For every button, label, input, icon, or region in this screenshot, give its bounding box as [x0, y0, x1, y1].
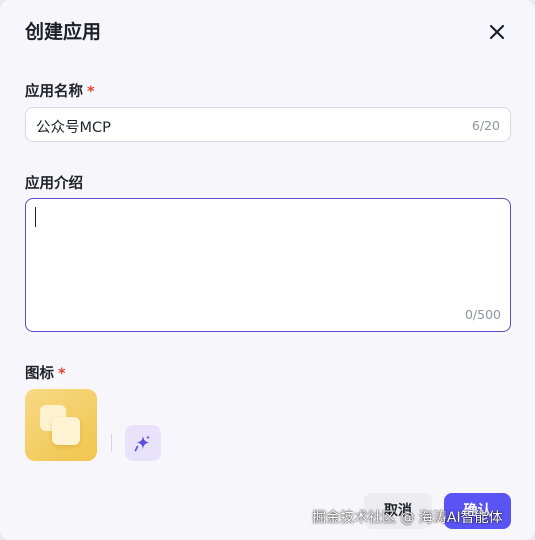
required-mark: * — [87, 84, 95, 100]
required-mark: * — [58, 366, 66, 382]
generate-icon-button[interactable] — [125, 425, 161, 461]
app-icon-preview[interactable] — [25, 389, 97, 461]
sparkle-icon — [134, 435, 150, 452]
app-intro-counter: 0/500 — [464, 307, 501, 322]
app-name-counter: 6/20 — [471, 118, 500, 133]
app-icon-shape-front — [52, 417, 80, 445]
icon-label-text: 图标 — [25, 366, 54, 382]
app-intro-label: 应用介绍 — [25, 176, 83, 192]
icon-label: 图标 * — [25, 362, 66, 383]
app-intro-textarea[interactable]: 0/500 — [25, 198, 511, 332]
watermark: 掘金技术社区 @ 海涛AI智能体 — [312, 510, 503, 526]
app-name-label-text: 应用名称 — [25, 84, 83, 100]
app-name-value: 公众号MCP — [36, 120, 111, 136]
close-icon — [489, 24, 505, 40]
create-app-dialog: 创建应用 应用名称 * 公众号MCP 6/20 应用介绍 0/500 图标 * 取消… — [0, 0, 535, 540]
close-button[interactable] — [486, 21, 508, 43]
text-caret — [35, 207, 36, 227]
app-name-input[interactable]: 公众号MCP 6/20 — [25, 107, 511, 142]
app-name-label: 应用名称 * — [25, 80, 95, 101]
dialog-title: 创建应用 — [25, 21, 102, 43]
divider — [111, 434, 112, 452]
